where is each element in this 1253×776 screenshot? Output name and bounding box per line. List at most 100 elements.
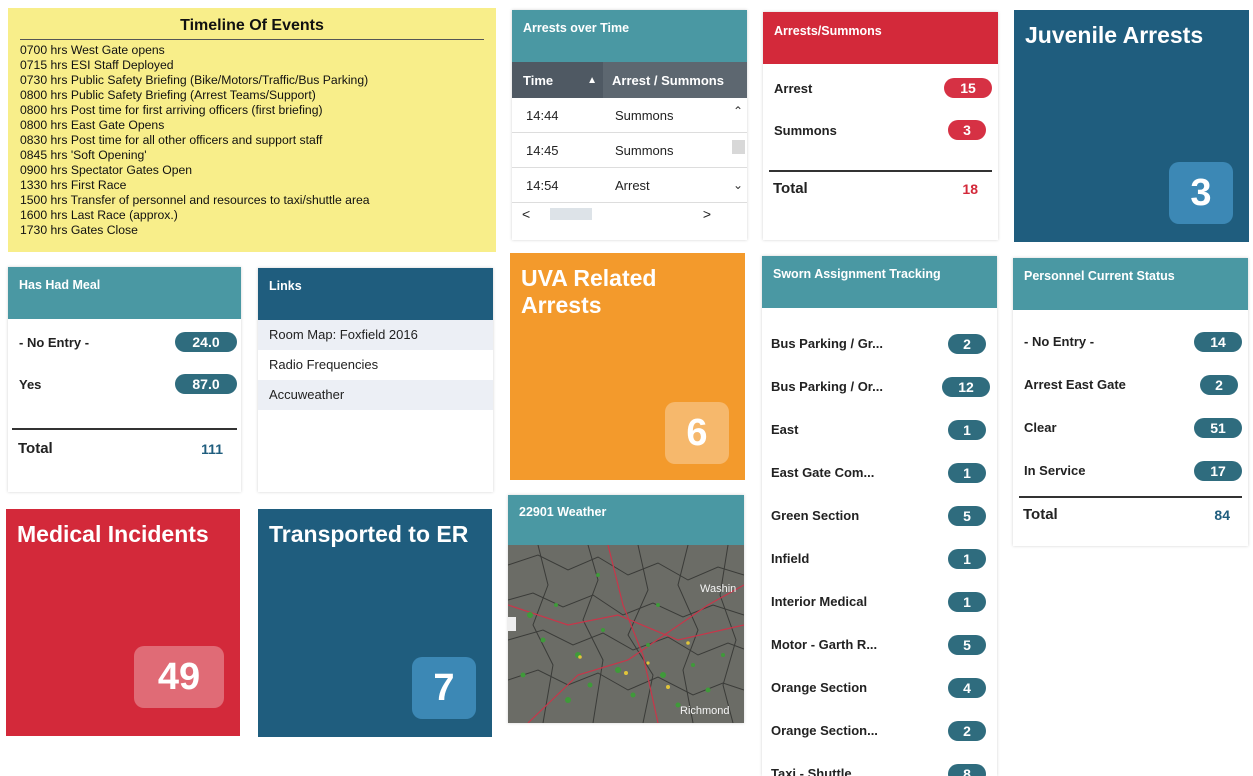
map-label-washington: Washin	[700, 583, 737, 595]
link-accuweather[interactable]: Accuweather	[258, 380, 493, 410]
column-header-time[interactable]: Time ▲	[512, 62, 603, 98]
timeline-event: 1730 hrs Gates Close	[20, 223, 138, 237]
list-item[interactable]: Clear 51	[1024, 406, 1242, 449]
medical-incidents-title: Medical Incidents	[17, 521, 209, 547]
uva-arrests-tile[interactable]: UVA Related Arrests 6	[510, 253, 745, 480]
item-label: Green Section	[771, 508, 860, 523]
list-item[interactable]: Arrest East Gate 2	[1024, 363, 1242, 406]
count-badge: 14	[1194, 331, 1242, 352]
list-item[interactable]: Motor - Garth R... 5	[771, 623, 990, 666]
timeline-event: 0715 hrs ESI Staff Deployed	[20, 58, 174, 72]
scrollbar-thumb[interactable]	[732, 140, 745, 154]
vertical-scrollbar[interactable]: ⌃ ⌄	[729, 98, 747, 203]
has-had-meal-widget: Has Had Meal - No Entry - 24.0 Yes 87.0 …	[8, 267, 241, 492]
list-item[interactable]: Bus Parking / Or... 12	[771, 365, 990, 408]
list-item[interactable]: - No Entry - 14	[1024, 320, 1242, 363]
count-badge: 24.0	[175, 332, 237, 352]
list-item[interactable]: In Service 17	[1024, 449, 1242, 492]
arrests-over-time-title: Arrests over Time	[512, 10, 747, 62]
table-row[interactable]: 14:44 Summons	[512, 98, 747, 133]
transported-er-title: Transported to ER	[269, 521, 469, 547]
list-item[interactable]: Infield 1	[771, 537, 990, 580]
scroll-left-icon[interactable]: <	[522, 206, 530, 222]
radar-map-image	[508, 545, 744, 723]
list-item[interactable]: Summons 3	[763, 98, 998, 140]
count-badge: 3	[948, 120, 986, 140]
list-item[interactable]: Taxi - Shuttle 8	[771, 752, 990, 776]
item-label: - No Entry -	[1024, 334, 1095, 349]
cell-time: 14:45	[526, 142, 559, 158]
item-label: East Gate Com...	[771, 465, 875, 480]
count-badge: 12	[942, 376, 990, 397]
table-row[interactable]: 14:45 Summons	[512, 133, 747, 168]
list-item[interactable]: Arrest 15	[763, 64, 998, 98]
list-item[interactable]: Green Section 5	[771, 494, 990, 537]
scroll-right-icon[interactable]: >	[703, 206, 711, 222]
weather-radar-map[interactable]: Washin Richmond	[508, 545, 744, 723]
sort-asc-icon[interactable]: ▲	[587, 75, 597, 86]
item-label: Bus Parking / Or...	[771, 379, 883, 394]
cell-type: Arrest	[615, 177, 650, 193]
count-badge: 8	[948, 763, 986, 776]
timeline-event: 0845 hrs 'Soft Opening'	[20, 148, 147, 162]
total-label: Total	[18, 440, 53, 457]
cell-time: 14:54	[526, 177, 559, 193]
item-label: Infield	[771, 551, 810, 566]
list-item[interactable]: - No Entry - 24.0	[8, 319, 241, 352]
scroll-up-icon[interactable]: ⌃	[733, 104, 743, 118]
transported-er-tile[interactable]: Transported to ER 7	[258, 509, 492, 737]
column-header-type[interactable]: Arrest / Summons	[603, 73, 724, 88]
juvenile-arrests-tile[interactable]: Juvenile Arrests 3	[1014, 10, 1249, 242]
total-value: 111	[201, 440, 223, 457]
item-label: Orange Section	[771, 680, 868, 695]
count-badge: 15	[944, 78, 992, 98]
sworn-assignment-title: Sworn Assignment Tracking	[762, 256, 997, 308]
list-item[interactable]: East Gate Com... 1	[771, 451, 990, 494]
count-badge: 87.0	[175, 374, 237, 394]
item-label: - No Entry -	[19, 334, 90, 350]
list-item[interactable]: Yes 87.0	[8, 352, 241, 394]
h-scrollbar-thumb[interactable]	[550, 208, 592, 220]
item-label: East	[771, 422, 799, 437]
link-room-map[interactable]: Room Map: Foxfield 2016	[258, 320, 493, 350]
count-badge: 5	[948, 634, 986, 655]
arrests-over-time-widget: Arrests over Time Time ▲ Arrest / Summon…	[512, 10, 747, 240]
timeline-event: 0730 hrs Public Safety Briefing (Bike/Mo…	[20, 73, 369, 87]
count-badge: 51	[1194, 417, 1242, 438]
total-value: 84	[1214, 506, 1230, 523]
list-item[interactable]: Interior Medical 1	[771, 580, 990, 623]
count-badge: 1	[948, 548, 986, 569]
horizontal-scrollbar[interactable]: < >	[512, 203, 747, 225]
medical-incidents-tile[interactable]: Medical Incidents 49	[6, 509, 240, 736]
list-item[interactable]: Bus Parking / Gr... 2	[771, 322, 990, 365]
list-item[interactable]: Orange Section... 2	[771, 709, 990, 752]
transported-er-count: 7	[412, 657, 476, 719]
weather-widget: 22901 Weather Washin Richmond	[508, 495, 744, 723]
link-radio-frequencies[interactable]: Radio Frequencies	[258, 350, 493, 380]
table-row[interactable]: 14:54 Arrest	[512, 168, 747, 203]
cell-type: Summons	[615, 107, 674, 123]
item-label: Motor - Garth R...	[771, 637, 878, 652]
timeline-event: 0800 hrs East Gate Opens	[20, 118, 165, 132]
personnel-list: - No Entry - 14 Arrest East Gate 2 Clear 51…	[1013, 310, 1248, 492]
scroll-down-icon[interactable]: ⌄	[733, 178, 743, 192]
grid-body: 14:44 Summons 14:45 Summons 14:54 Arrest…	[512, 98, 747, 225]
arrests-summons-title: Arrests/Summons	[763, 12, 998, 64]
personnel-status-title: Personnel Current Status	[1013, 258, 1248, 310]
item-label: Arrest	[774, 80, 813, 96]
total-row: Total 18	[769, 170, 992, 197]
list-item[interactable]: East 1	[771, 408, 990, 451]
juvenile-arrests-count: 3	[1169, 162, 1233, 224]
item-label: Yes	[19, 376, 42, 392]
count-badge: 2	[1200, 374, 1238, 395]
sworn-list: Bus Parking / Gr... 2 Bus Parking / Or...…	[762, 308, 997, 776]
item-label: Interior Medical	[771, 594, 868, 609]
list-item[interactable]: Orange Section 4	[771, 666, 990, 709]
map-label-richmond: Richmond	[680, 705, 730, 717]
cell-type: Summons	[615, 142, 674, 158]
timeline-event: 1500 hrs Transfer of personnel and resou…	[20, 193, 370, 207]
column-time-label: Time	[523, 72, 554, 88]
timeline-event: 1330 hrs First Race	[20, 178, 127, 192]
cell-time: 14:44	[526, 107, 559, 123]
arrests-summons-widget: Arrests/Summons Arrest 15 Summons 3 Tota…	[763, 12, 998, 240]
